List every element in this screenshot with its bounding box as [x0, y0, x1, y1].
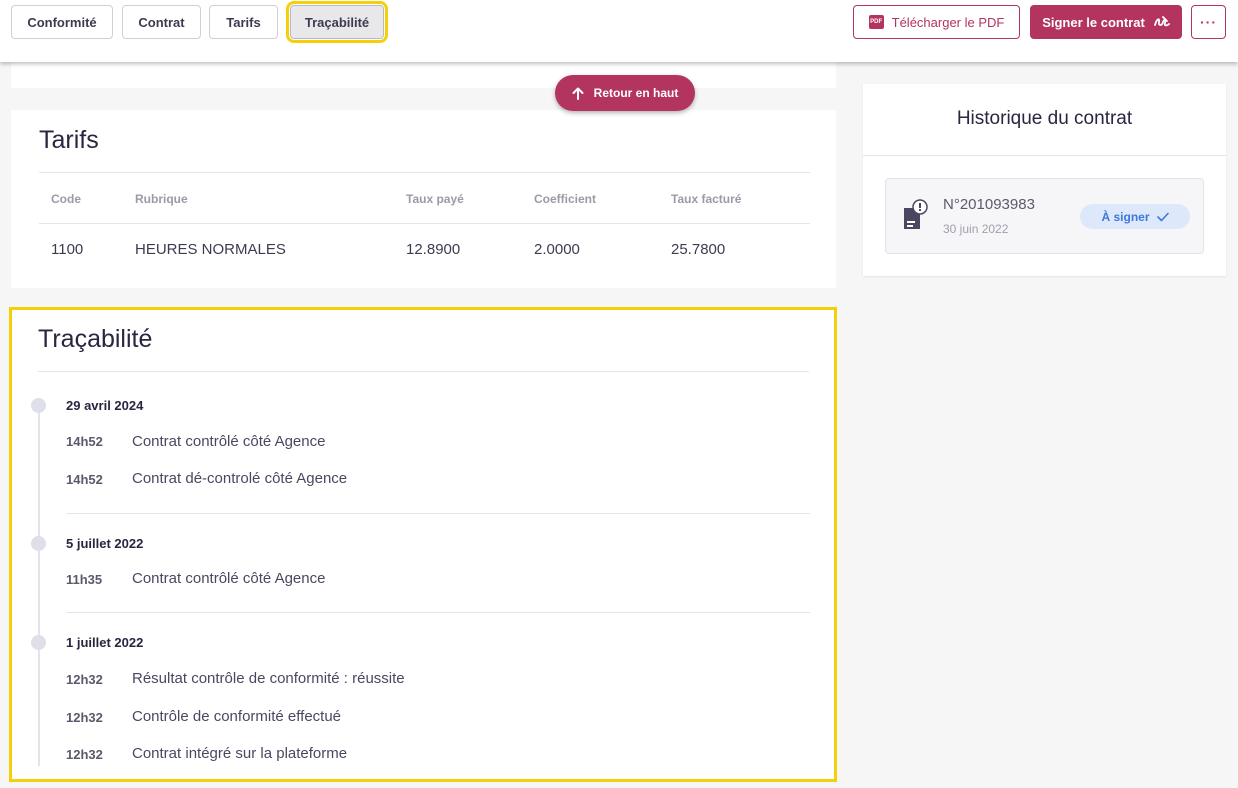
tab-label: Conformité: [27, 14, 97, 30]
column-header-taux-paye: Taux payé: [406, 192, 464, 206]
timeline-date: 1 juillet 2022: [66, 635, 144, 650]
back-to-top-label: Retour en haut: [593, 86, 679, 100]
check-icon: [1156, 212, 1169, 221]
event-time: 12h32: [66, 672, 103, 687]
cell-coefficient: 2.0000: [534, 241, 580, 258]
tab-conformite[interactable]: Conformité: [11, 5, 113, 39]
event-text: Contrat contrôlé côté Agence: [132, 570, 326, 587]
event-time: 14h52: [66, 434, 103, 449]
event-time: 11h35: [66, 572, 103, 587]
divider: [39, 172, 810, 173]
column-header-coefficient: Coefficient: [534, 192, 597, 206]
tab-label: Tarifs: [226, 14, 261, 30]
download-pdf-label: Télécharger le PDF: [891, 14, 1005, 30]
event-text: Contrat intégré sur la plateforme: [132, 745, 348, 762]
timeline-dot: [31, 398, 46, 413]
tab-contrat[interactable]: Contrat: [122, 5, 201, 39]
sign-contract-button[interactable]: Signer le contrat: [1030, 5, 1182, 39]
event-text: Contrôle de conformité effectué: [132, 708, 342, 725]
tracabilite-title: Traçabilité: [38, 325, 153, 353]
cell-taux-paye: 12.8900: [406, 241, 461, 258]
previous-section-card: [11, 62, 836, 88]
tab-tarifs[interactable]: Tarifs: [209, 5, 278, 39]
cell-taux-facture: 25.7800: [671, 241, 726, 258]
arrow-up-icon: [572, 87, 584, 100]
history-title: Historique du contrat: [956, 108, 1133, 129]
column-header-code: Code: [51, 192, 81, 206]
history-item[interactable]: N°201093983 30 juin 2022 À signer: [885, 178, 1204, 254]
sign-contract-label: Signer le contrat: [1042, 14, 1145, 30]
more-icon: ···: [1200, 14, 1217, 30]
tarifs-card: Tarifs Code Rubrique Taux payé Coefficie…: [11, 110, 836, 288]
contract-date: 30 juin 2022: [943, 222, 1009, 236]
timeline-line: [38, 404, 40, 766]
contract-number: N°201093983: [943, 196, 1035, 213]
column-header-rubrique: Rubrique: [135, 192, 188, 206]
back-to-top-button[interactable]: Retour en haut: [555, 75, 695, 111]
cell-rubrique: HEURES NORMALES: [135, 241, 286, 258]
event-time: 14h52: [66, 472, 103, 487]
divider: [38, 371, 809, 372]
document-alert-icon: [904, 199, 928, 229]
cell-code: 1100: [51, 241, 84, 258]
tab-label: Traçabilité: [304, 14, 370, 30]
divider: [39, 223, 810, 224]
timeline-date: 29 avril 2024: [66, 398, 144, 413]
timeline-dot: [31, 536, 46, 551]
timeline-dot: [31, 635, 46, 650]
download-pdf-button[interactable]: PDF Télécharger le PDF: [853, 5, 1020, 39]
event-time: 12h32: [66, 747, 103, 762]
contract-history-card: Historique du contrat N°201093983 30 jui…: [863, 84, 1226, 276]
event-text: Résultat contrôle de conformité : réussi…: [132, 670, 405, 687]
more-options-button[interactable]: ···: [1191, 5, 1226, 39]
pdf-icon: PDF: [868, 15, 884, 29]
status-label: À signer: [1101, 209, 1150, 224]
divider: [66, 513, 810, 514]
column-header-taux-facture: Taux facturé: [671, 192, 742, 206]
divider: [66, 612, 810, 613]
event-text: Contrat dé-controlé côté Agence: [132, 470, 348, 487]
top-toolbar: Conformité Contrat Tarifs Traçabilité PD…: [0, 0, 1238, 62]
tarifs-title: Tarifs: [39, 126, 99, 154]
event-time: 12h32: [66, 710, 103, 725]
tracabilite-card: Traçabilité 29 avril 2024 14h52 Contrat …: [9, 307, 837, 782]
tab-label: Contrat: [138, 14, 185, 30]
status-badge: À signer: [1080, 204, 1190, 229]
event-text: Contrat contrôlé côté Agence: [132, 433, 326, 450]
tab-tracabilite[interactable]: Traçabilité: [286, 1, 388, 43]
signature-icon: [1153, 16, 1170, 27]
timeline-date: 5 juillet 2022: [66, 536, 144, 551]
divider: [863, 155, 1226, 156]
